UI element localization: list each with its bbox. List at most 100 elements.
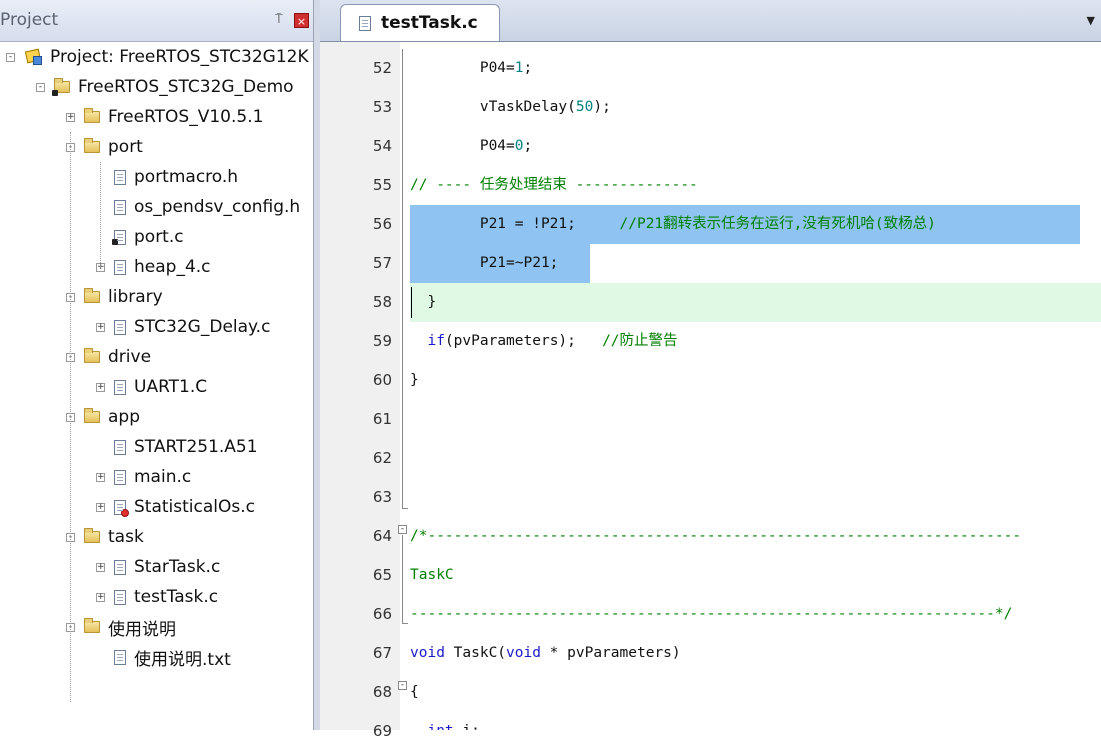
project-panel-title: Project [0,10,59,30]
code-token: if [427,333,445,349]
line-number: 55 [372,176,392,194]
close-icon[interactable]: × [294,13,309,28]
expand-icon[interactable]: + [96,473,105,482]
tree-connector [70,132,71,702]
folder-icon [84,108,100,123]
tree-item[interactable]: task [84,522,144,552]
code-token: ; [523,60,533,76]
code-token: ; [523,138,533,154]
tree-item[interactable]: 使用说明.txt [114,642,231,672]
tree-item[interactable]: FreeRTOS_STC32G_Demo [52,72,294,102]
code-line: TaskC [410,556,454,595]
collapse-icon[interactable]: - [6,53,15,62]
tree-item[interactable]: port [84,132,143,162]
tree-item-label: portmacro.h [134,167,239,187]
fold-guide-end [402,623,408,624]
tree-item-label: 使用说明.txt [134,649,231,670]
tree-item[interactable]: library [84,282,163,312]
line-number: 64 [372,527,392,545]
expand-icon[interactable]: + [96,593,105,602]
tree-item[interactable]: UART1.C [114,372,207,402]
fold-toggle-icon[interactable]: - [398,681,407,690]
tree-item-label: library [108,287,163,307]
folder-icon [84,138,100,153]
line-number: 65 [372,566,392,584]
code-text-area[interactable]: P04=1; vTaskDelay(50); P04=0;// ---- 任务处… [410,42,1101,730]
code-line: void TaskC(void * pvParameters) [410,634,681,673]
code-line: int i; [410,712,479,730]
modified-marker-icon [112,238,118,245]
tree-item[interactable]: 使用说明 [84,612,176,642]
line-number: 54 [372,137,392,155]
pin-icon[interactable]: ⍑ [275,12,283,27]
tree-item[interactable]: os_pendsv_config.h [114,192,300,222]
tree-item-label: heap_4.c [134,257,211,277]
tree-item[interactable]: port.c [112,222,184,252]
collapse-icon[interactable]: - [36,83,45,92]
tree-item[interactable]: portmacro.h [114,162,238,192]
tree-item-label: port [108,137,143,157]
code-token: i; [454,723,479,730]
line-number: 62 [372,449,392,467]
code-line: // ---- 任务处理结束 -------------- [410,166,698,205]
expand-icon[interactable]: + [66,113,75,122]
tree-item[interactable]: drive [84,342,151,372]
tree-item[interactable]: Project: FreeRTOS_STC32G12K [24,42,309,72]
project-tree: - Project: FreeRTOS_STC32G12K - FreeRTOS_ST… [0,42,313,730]
expand-icon[interactable]: + [96,323,105,332]
code-token: (pvParameters); [444,333,603,349]
code-token: P21 = !P21; [410,216,620,232]
tree-item[interactable]: app [84,402,140,432]
line-number: 60 [372,371,392,389]
line-number: 59 [372,332,392,350]
file-icon [114,319,126,335]
error-marker-icon [121,508,129,517]
line-number: 68 [372,683,392,701]
file-icon [114,259,126,275]
tree-item-label: 使用说明 [108,619,176,640]
expand-icon[interactable]: + [96,563,105,572]
fold-toggle-icon[interactable]: - [398,525,407,534]
code-token: int [427,723,453,730]
code-token: TaskC [410,567,454,583]
file-icon [114,589,126,605]
tree-item-label: task [108,527,144,547]
file-icon [114,649,126,665]
file-icon [112,229,126,245]
code-line: vTaskDelay(50); [410,88,611,127]
tree-item[interactable]: StatisticalOs.c [114,492,255,522]
file-icon [114,499,129,517]
tree-item[interactable]: STC32G_Delay.c [114,312,270,342]
tree-item-label: STC32G_Delay.c [134,317,271,337]
project-icon [24,50,42,65]
folder-icon [84,288,100,303]
folder-icon [84,348,100,363]
chevron-down-icon[interactable]: ▼ [1087,14,1095,27]
tree-item[interactable]: testTask.c [114,582,218,612]
tree-item-label: FreeRTOS_V10.5.1 [108,107,264,127]
tree-item[interactable]: heap_4.c [114,252,211,282]
code-token: ); [593,99,611,115]
tree-item[interactable]: START251.A51 [114,432,258,462]
expand-icon[interactable]: + [96,503,105,512]
tree-item-label: FreeRTOS_STC32G_Demo [78,77,294,97]
line-number: 56 [372,215,392,233]
file-icon [114,169,126,185]
code-token: 0 [514,138,524,154]
code-token: vTaskDelay( [410,99,576,115]
tree-item[interactable]: StarTask.c [114,552,220,582]
code-line: } [410,283,436,322]
folder-icon [84,618,100,633]
editor-tab-bar: testTask.c ▼ [320,0,1101,42]
code-line: } [410,361,419,400]
code-token: void [506,645,541,661]
tree-item-label: StatisticalOs.c [134,497,255,517]
editor-pane: testTask.c ▼ 52 53 54 55 56 57 58 59 60 61 62 63 64-… [320,0,1101,740]
tab-testtask[interactable]: testTask.c [340,4,500,41]
expand-icon[interactable]: + [96,383,105,392]
tree-item[interactable]: main.c [114,462,191,492]
code-line: if(pvParameters); //防止警告 [410,322,677,361]
line-number: 52 [372,59,392,77]
tree-item[interactable]: FreeRTOS_V10.5.1 [84,102,263,132]
